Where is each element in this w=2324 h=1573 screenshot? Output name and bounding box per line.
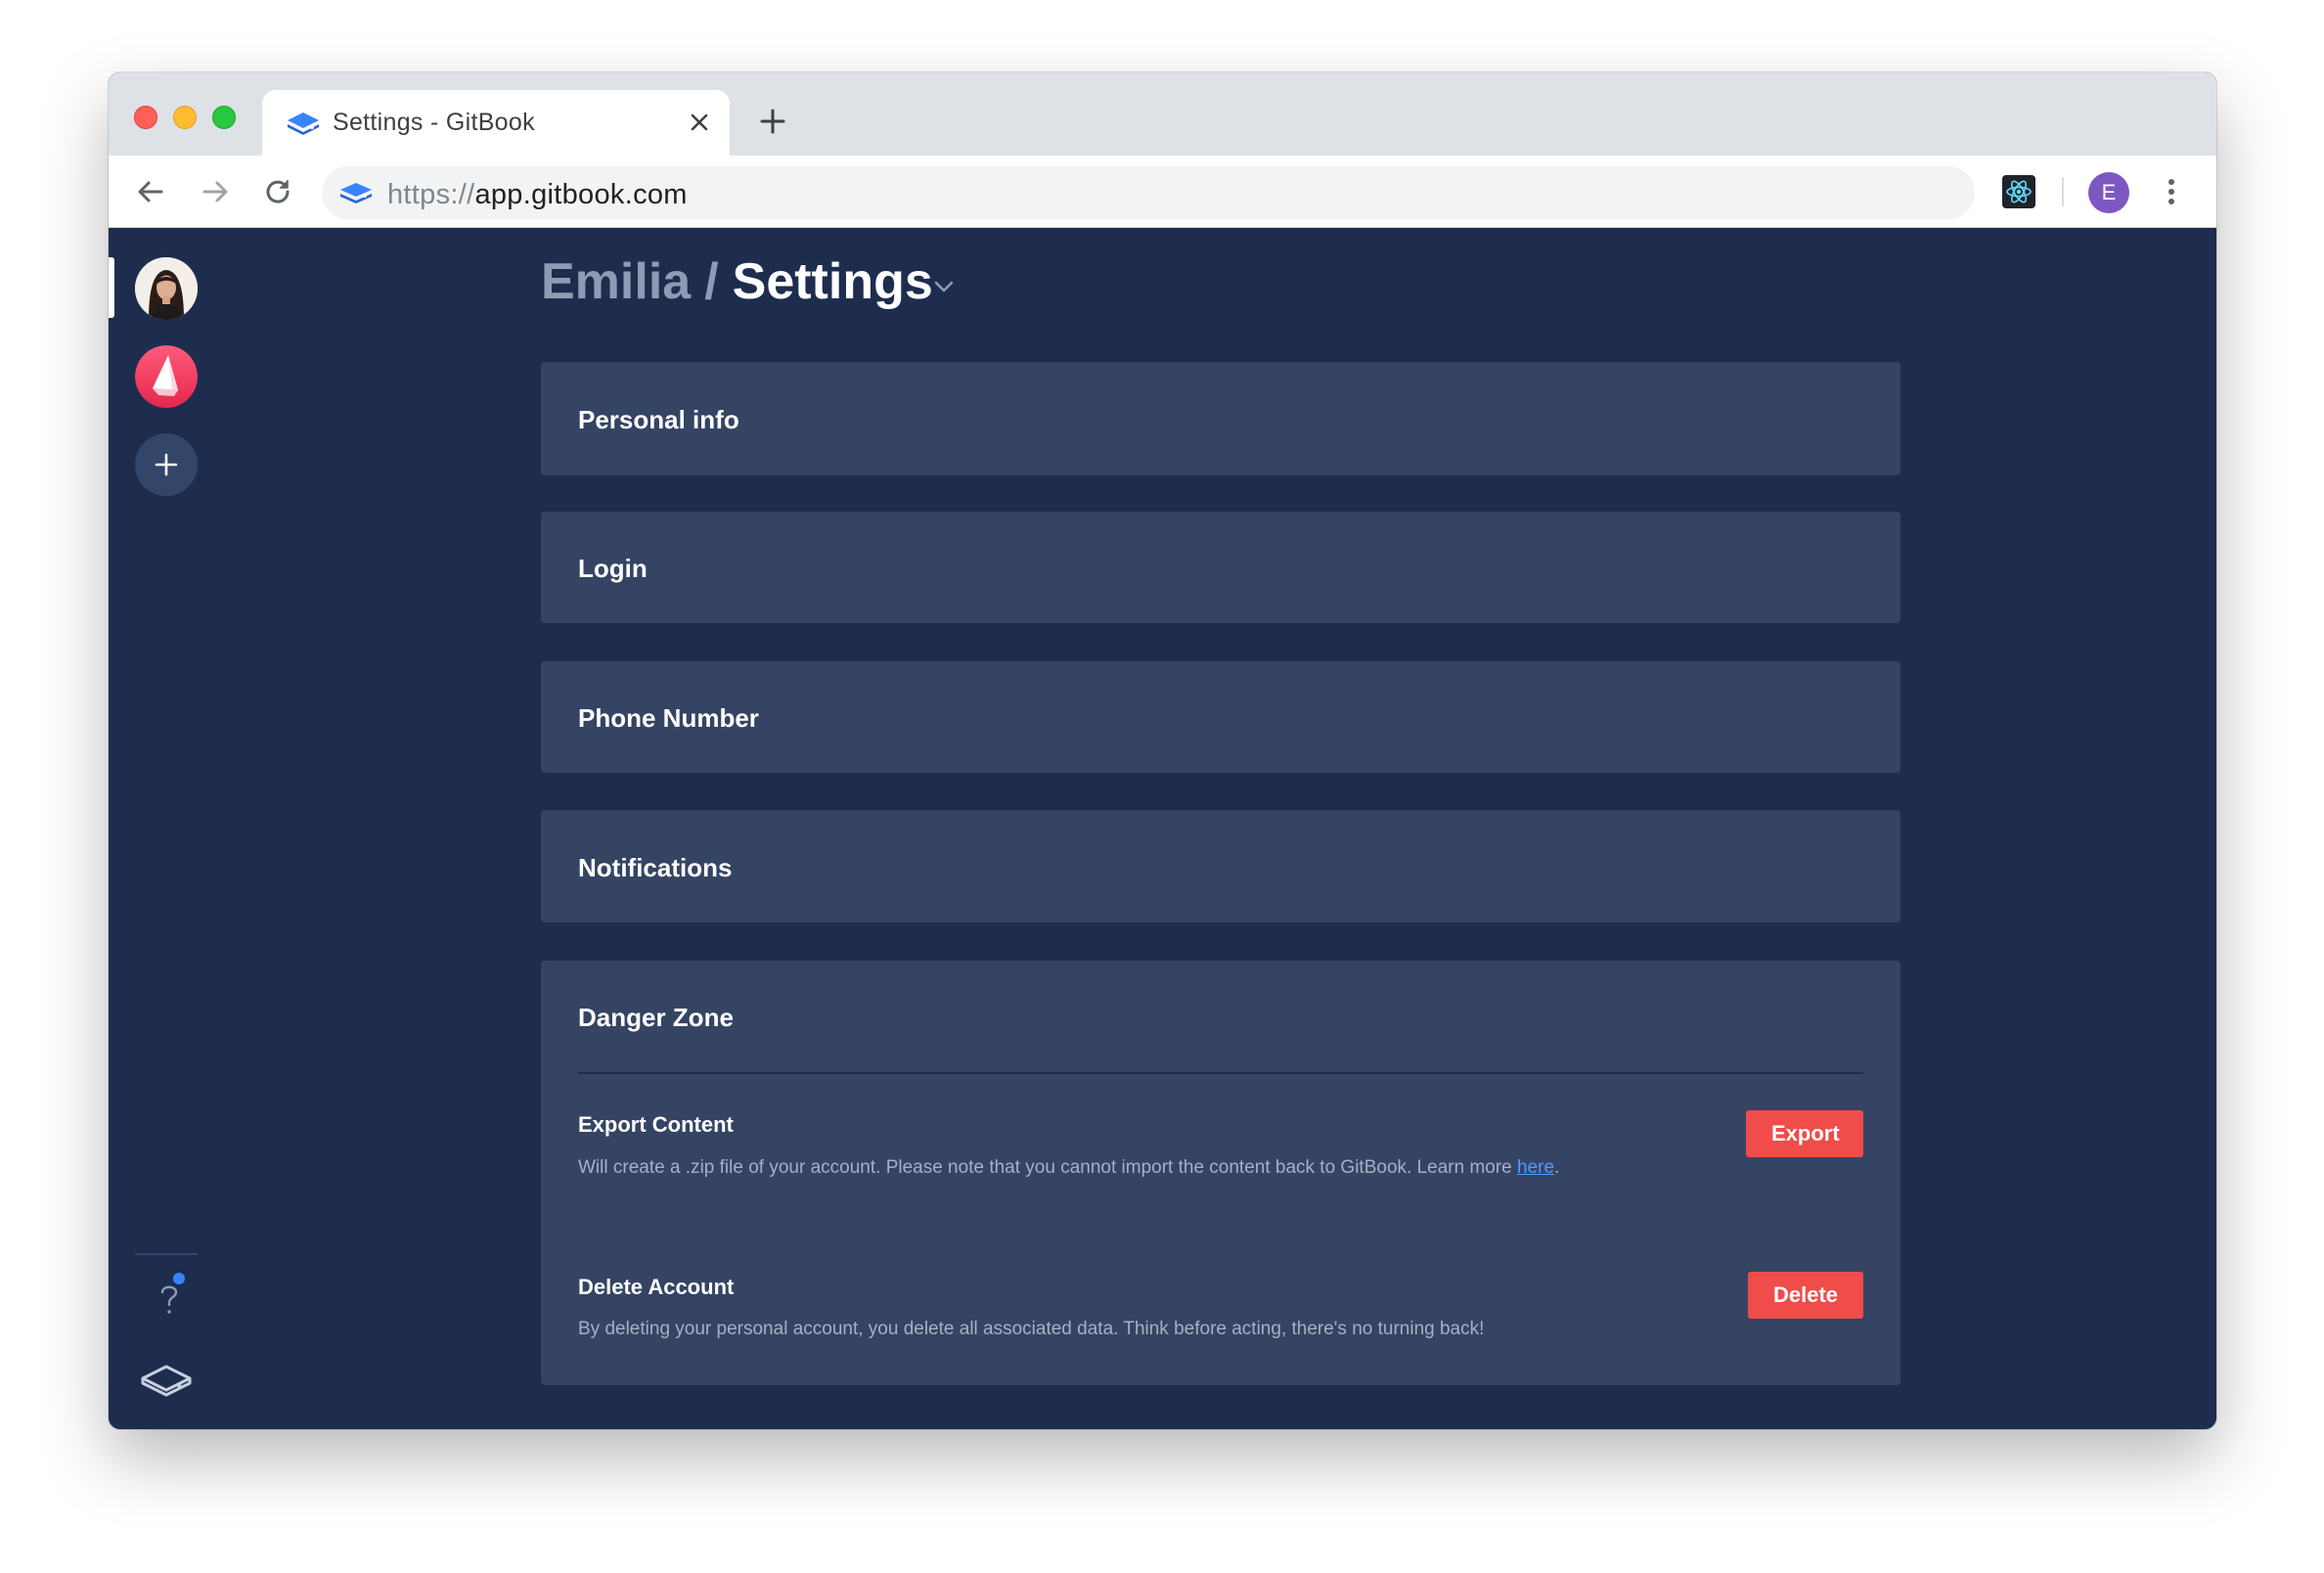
rail-divider (135, 1253, 198, 1255)
add-space-button[interactable] (135, 433, 198, 496)
breadcrumb: Emilia / Settings (541, 252, 933, 311)
user-avatar-image (135, 257, 198, 320)
export-content-description: Will create a .zip file of your account.… (578, 1157, 1559, 1179)
reload-icon[interactable] (261, 175, 294, 208)
section-login[interactable]: Login (541, 512, 1900, 623)
plus-icon[interactable] (757, 106, 788, 137)
export-button[interactable]: Export (1746, 1110, 1863, 1157)
section-title: Phone Number (578, 703, 759, 733)
section-phone-number[interactable]: Phone Number (541, 661, 1900, 773)
section-title: Notifications (578, 853, 733, 882)
space-rail (109, 228, 222, 1429)
gitbook-logo-icon[interactable] (140, 1361, 193, 1400)
tab-title: Settings - GitBook (333, 109, 535, 136)
url-host: app.gitbook.com (474, 179, 688, 210)
tab-settings[interactable]: Settings - GitBook (262, 90, 730, 156)
user-avatar[interactable] (135, 257, 198, 320)
organization-avatar[interactable] (135, 345, 198, 408)
plus-icon (155, 453, 178, 476)
gitbook-favicon-icon (288, 112, 319, 135)
help-icon[interactable] (150, 1277, 189, 1320)
kebab-menu-icon[interactable] (2159, 175, 2184, 208)
section-title: Personal info (578, 405, 739, 434)
section-danger-zone: Danger Zone Export Content Will create a… (541, 961, 1900, 1385)
profile-avatar[interactable]: E (2088, 172, 2129, 213)
export-description-suffix: . (1554, 1157, 1560, 1178)
url-scheme: https:// (387, 179, 475, 210)
delete-account-description: By deleting your personal account, you d… (578, 1319, 1485, 1339)
delete-button[interactable]: Delete (1748, 1272, 1863, 1319)
export-content-title: Export Content (578, 1112, 734, 1137)
learn-more-link[interactable]: here (1517, 1157, 1554, 1178)
close-window-button[interactable] (134, 106, 157, 129)
section-title: Login (578, 554, 648, 583)
breadcrumb-separator: / (704, 253, 719, 310)
address-bar[interactable]: https://app.gitbook.com (322, 166, 1975, 219)
danger-zone-title: Danger Zone (578, 1003, 734, 1032)
react-devtools-icon (2006, 180, 2032, 203)
react-devtools-extension[interactable] (2002, 175, 2035, 208)
tab-strip: Settings - GitBook (109, 72, 2216, 156)
section-notifications[interactable]: Notifications (541, 810, 1900, 922)
url-text: https://app.gitbook.com (387, 179, 688, 211)
browser-toolbar: https://app.gitbook.com E (109, 156, 2216, 228)
active-indicator (109, 257, 114, 318)
browser-window: Settings - GitBook https://app.gitbook.c… (109, 72, 2216, 1429)
maximize-window-button[interactable] (212, 106, 236, 129)
breadcrumb-owner[interactable]: Emilia (541, 253, 691, 310)
gitbook-app: Emilia / Settings Personal info Login Phon… (109, 228, 2216, 1429)
section-personal-info[interactable]: Personal info (541, 362, 1900, 475)
forward-arrow-icon[interactable] (199, 175, 232, 208)
danger-zone-divider (578, 1072, 1863, 1074)
back-arrow-icon[interactable] (134, 175, 167, 208)
notification-dot (173, 1273, 185, 1284)
close-icon[interactable] (687, 110, 712, 135)
toolbar-divider (2062, 177, 2064, 206)
minimize-window-button[interactable] (173, 106, 197, 129)
chevron-down-icon[interactable] (932, 279, 956, 294)
gitbook-favicon-icon (340, 183, 372, 203)
page-title: Settings (732, 253, 933, 310)
delete-account-title: Delete Account (578, 1275, 735, 1299)
organization-logo-icon (135, 345, 198, 408)
export-description-text: Will create a .zip file of your account.… (578, 1157, 1518, 1178)
